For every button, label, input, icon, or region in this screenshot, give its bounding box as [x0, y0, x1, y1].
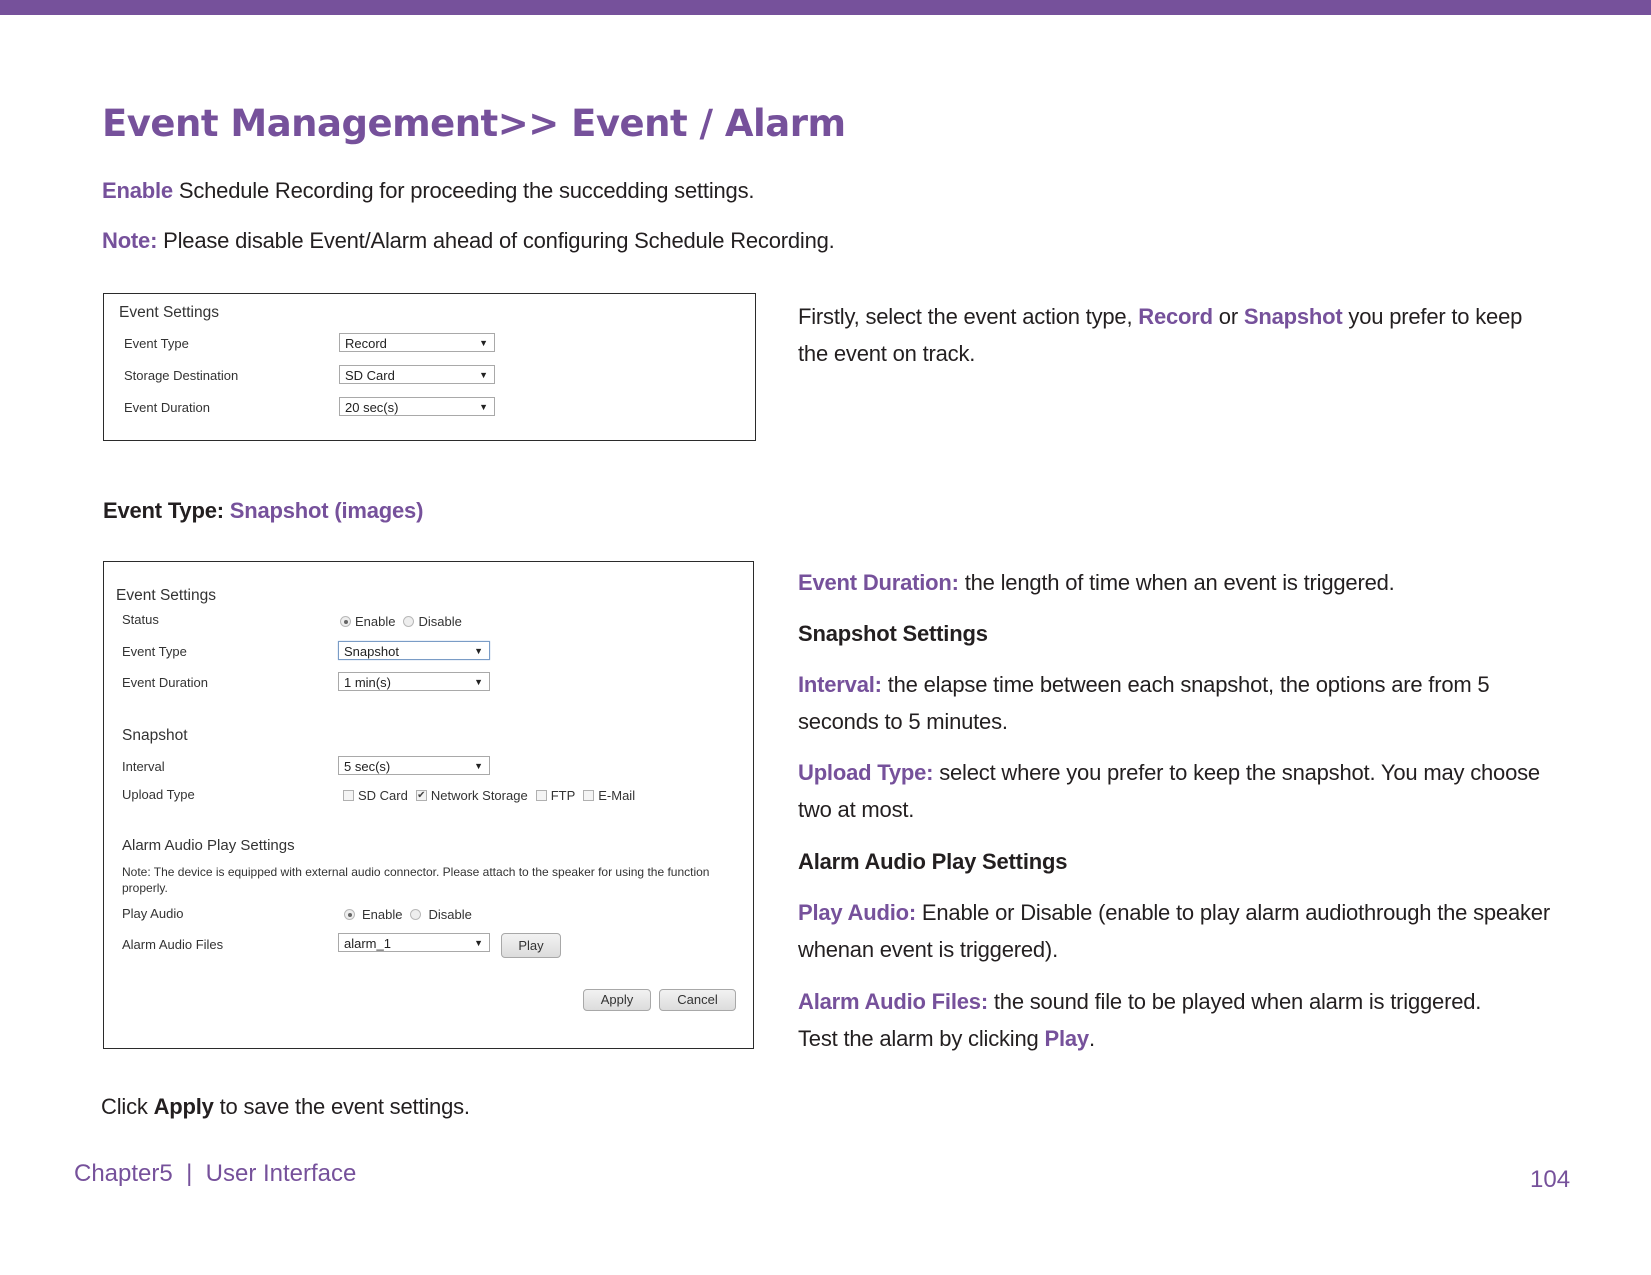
- alarm-audio-section-title: Alarm Audio Play Settings: [122, 837, 295, 854]
- play-audio-label: Play Audio: [122, 906, 184, 921]
- status-radio-group: Enable Disable: [340, 614, 462, 629]
- play-audio-radio-group: Enable Disable: [344, 907, 472, 922]
- interval-value: 5 sec(s): [344, 759, 391, 774]
- event-type-select[interactable]: Record ▼: [339, 333, 495, 352]
- dropdown-caret-icon: ▼: [479, 338, 488, 348]
- event-duration-desc-label: Event Duration:: [798, 570, 959, 595]
- event-type-label: Event Type: [122, 644, 187, 659]
- upload-type-desc-label: Upload Type:: [798, 760, 934, 785]
- page-title: Event Management>> Event / Alarm: [102, 102, 846, 145]
- event-duration-label: Event Duration: [124, 400, 210, 415]
- event-type-heading: Event Type: Snapshot (images): [103, 492, 423, 529]
- event-type-select[interactable]: Snapshot ▼: [338, 641, 490, 660]
- click-apply-bold: Apply: [153, 1094, 214, 1119]
- click-apply-note: Click Apply to save the event settings.: [101, 1088, 470, 1125]
- event-settings-title: Event Settings: [116, 587, 216, 604]
- event-type-description: Firstly, select the event action type, R…: [798, 298, 1538, 372]
- top-accent-bar: [0, 0, 1651, 15]
- footer-chapter: Chapter5 | User Interface: [74, 1160, 357, 1187]
- alarm-files-desc-end: .: [1088, 1026, 1095, 1051]
- snapshot-settings-heading: Snapshot Settings: [798, 621, 988, 646]
- event-duration-select[interactable]: 20 sec(s) ▼: [339, 397, 495, 416]
- storage-destination-select[interactable]: SD Card ▼: [339, 365, 495, 384]
- enable-text: Schedule Recording for proceeding the su…: [172, 178, 755, 203]
- intro-note-line: Note: Please disable Event/Alarm ahead o…: [102, 222, 835, 259]
- email-checkbox[interactable]: [583, 790, 595, 801]
- enable-label: Enable: [102, 178, 173, 203]
- storage-destination-label: Storage Destination: [124, 368, 239, 383]
- click-apply-post: to save the event settings.: [213, 1094, 470, 1119]
- status-label: Status: [122, 612, 159, 627]
- interval-label: Interval: [122, 759, 165, 774]
- play-button[interactable]: Play: [501, 933, 561, 958]
- play-link-text: Play: [1044, 1026, 1089, 1051]
- dropdown-caret-icon: ▼: [474, 677, 483, 687]
- storage-destination-value: SD Card: [345, 368, 395, 383]
- note-text: Please disable Event/Alarm ahead of conf…: [157, 228, 835, 253]
- alarm-files-desc-label: Alarm Audio Files:: [798, 989, 988, 1014]
- interval-desc-text: the elapse time between each snapshot, t…: [798, 672, 1490, 734]
- play-audio-disable-label: Disable: [428, 907, 472, 922]
- intro-enable-line: Enable Schedule Recording for proceeding…: [102, 172, 754, 209]
- event-settings-record-panel: Event Settings Event Type Record ▼ Storag…: [103, 293, 756, 441]
- status-disable-radio[interactable]: [403, 616, 415, 627]
- upload-type-description: Upload Type: select where you prefer to …: [798, 754, 1558, 828]
- email-label: E-Mail: [598, 788, 636, 803]
- alarm-audio-files-label: Alarm Audio Files: [122, 937, 224, 952]
- snapshot-section-title: Snapshot: [122, 727, 188, 744]
- desc1-mid: or: [1212, 304, 1244, 329]
- alarm-audio-heading: Alarm Audio Play Settings: [798, 849, 1068, 874]
- event-type-value: Snapshot: [344, 644, 399, 659]
- status-enable-radio[interactable]: [340, 616, 351, 627]
- status-enable-label: Enable: [355, 614, 396, 629]
- snapshot-option-text: Snapshot: [1243, 304, 1343, 329]
- interval-desc-label: Interval:: [798, 672, 882, 697]
- alarm-audio-files-value: alarm_1: [344, 936, 391, 951]
- click-apply-pre: Click: [101, 1094, 154, 1119]
- play-audio-enable-radio[interactable]: [344, 909, 355, 920]
- event-type-label: Event Type: [124, 336, 189, 351]
- ftp-label: FTP: [550, 788, 576, 803]
- event-duration-label: Event Duration: [122, 675, 208, 690]
- event-type-value: Record: [345, 336, 387, 351]
- alarm-audio-note: Note: The device is equipped with extern…: [122, 865, 710, 895]
- status-disable-label: Disable: [418, 614, 462, 629]
- desc1-pre: Firstly, select the event action type,: [798, 304, 1139, 329]
- record-option-text: Record: [1138, 304, 1213, 329]
- dropdown-caret-icon: ▼: [474, 761, 483, 771]
- event-type-heading-value: Snapshot (images): [229, 498, 424, 523]
- note-label: Note:: [102, 228, 158, 253]
- network-storage-label: Network Storage: [430, 788, 528, 803]
- event-duration-select[interactable]: 1 min(s) ▼: [338, 672, 490, 691]
- event-type-heading-label: Event Type:: [103, 498, 230, 523]
- event-settings-snapshot-panel: Event Settings Status Enable Disable Eve…: [103, 561, 754, 1049]
- play-audio-disable-radio[interactable]: [410, 909, 422, 920]
- network-storage-checkbox[interactable]: ✔: [415, 790, 427, 801]
- alarm-audio-files-description: Alarm Audio Files: the sound file to be …: [798, 983, 1498, 1057]
- interval-select[interactable]: 5 sec(s) ▼: [338, 756, 490, 775]
- interval-description: Interval: the elapse time between each s…: [798, 666, 1518, 740]
- dropdown-caret-icon: ▼: [479, 402, 488, 412]
- play-audio-enable-label: Enable: [362, 907, 403, 922]
- event-duration-desc-text: the length of time when an event is trig…: [958, 570, 1395, 595]
- sd-card-checkbox[interactable]: [343, 790, 354, 801]
- play-audio-desc-label: Play Audio:: [798, 900, 916, 925]
- play-audio-description: Play Audio: Enable or Disable (enable to…: [798, 894, 1558, 968]
- event-duration-value: 1 min(s): [344, 675, 391, 690]
- apply-button[interactable]: Apply: [583, 989, 651, 1011]
- dropdown-caret-icon: ▼: [479, 370, 488, 380]
- event-settings-title: Event Settings: [119, 304, 219, 321]
- upload-type-label: Upload Type: [122, 787, 195, 802]
- dropdown-caret-icon: ▼: [474, 938, 483, 948]
- upload-type-checkbox-group: SD Card ✔ Network Storage FTP E-Mail: [343, 788, 635, 803]
- event-duration-value: 20 sec(s): [345, 400, 399, 415]
- cancel-button[interactable]: Cancel: [659, 989, 736, 1011]
- event-duration-description: Event Duration: the length of time when …: [798, 564, 1558, 601]
- alarm-audio-files-select[interactable]: alarm_1 ▼: [338, 933, 490, 952]
- page-number: 104: [1530, 1166, 1571, 1193]
- ftp-checkbox[interactable]: [535, 790, 547, 801]
- sd-card-label: SD Card: [358, 788, 408, 803]
- dropdown-caret-icon: ▼: [474, 646, 483, 656]
